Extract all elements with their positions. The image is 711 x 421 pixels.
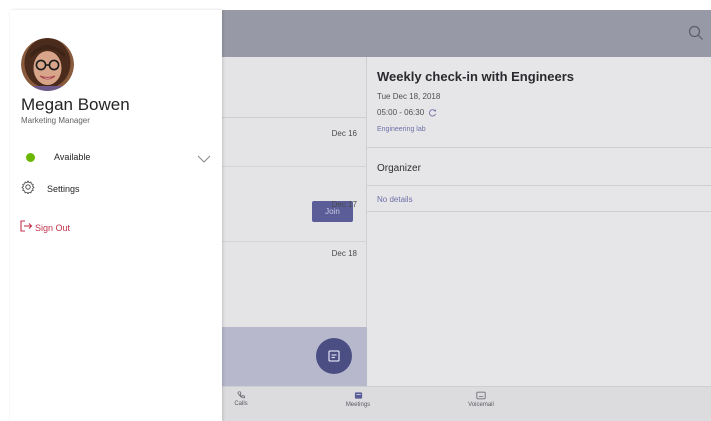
voicemail-icon <box>476 391 486 400</box>
status-label: Available <box>54 152 91 162</box>
list-item[interactable]: Dec 18 <box>222 242 367 282</box>
settings-button[interactable]: Settings <box>21 179 80 199</box>
nav-item-voicemail[interactable]: Voicemail <box>451 391 511 408</box>
screen: Dec 16 Join Dec 17 Dec 18 Weekly check-i… <box>0 0 711 421</box>
meeting-time: 05:00 - 06:30 <box>377 108 425 117</box>
list-item[interactable]: Dec 17 <box>222 192 367 242</box>
meeting-time-row: 05:00 - 06:30 <box>377 108 437 117</box>
user-name: Megan Bowen <box>21 95 130 114</box>
meeting-title: Weekly check-in with Engineers <box>377 69 574 84</box>
gear-icon <box>21 179 35 199</box>
divider <box>367 147 711 148</box>
organizer-label: Organizer <box>377 163 421 174</box>
divider <box>367 185 711 186</box>
compose-icon <box>328 350 340 362</box>
chevron-down-icon <box>197 151 211 163</box>
new-meeting-button[interactable] <box>316 338 352 374</box>
account-drawer: Megan Bowen Marketing Manager Available … <box>10 10 222 421</box>
nav-label: Meetings <box>345 402 371 408</box>
recurring-icon <box>429 109 437 117</box>
row-date: Dec 17 <box>331 200 357 209</box>
nav-item-meetings[interactable]: Meetings <box>328 391 388 408</box>
nav-label: Calls <box>234 401 248 407</box>
user-title: Marketing Manager <box>21 116 90 125</box>
nav-label: Voicemail <box>468 402 494 408</box>
meeting-location[interactable]: Engineering lab <box>377 126 426 133</box>
phone-icon <box>237 391 245 399</box>
sign-out-icon <box>19 219 33 238</box>
sign-out-label: Sign Out <box>35 223 71 233</box>
row-date: Dec 16 <box>331 129 357 138</box>
list-item[interactable]: Dec 16 <box>222 119 367 167</box>
meeting-date: Tue Dec 18, 2018 <box>377 92 441 101</box>
status-selector[interactable]: Available <box>21 148 211 166</box>
calendar-icon <box>354 392 362 399</box>
avatar[interactable] <box>21 38 74 91</box>
search-icon[interactable] <box>687 24 705 42</box>
status-available-icon <box>26 152 35 162</box>
divider <box>367 211 711 212</box>
settings-label: Settings <box>47 184 80 194</box>
row-date: Dec 18 <box>331 249 357 258</box>
meeting-details: No details <box>377 195 413 204</box>
sign-out-button[interactable]: Sign Out <box>19 219 70 237</box>
meeting-detail: Weekly check-in with Engineers Tue Dec 1… <box>367 57 711 386</box>
